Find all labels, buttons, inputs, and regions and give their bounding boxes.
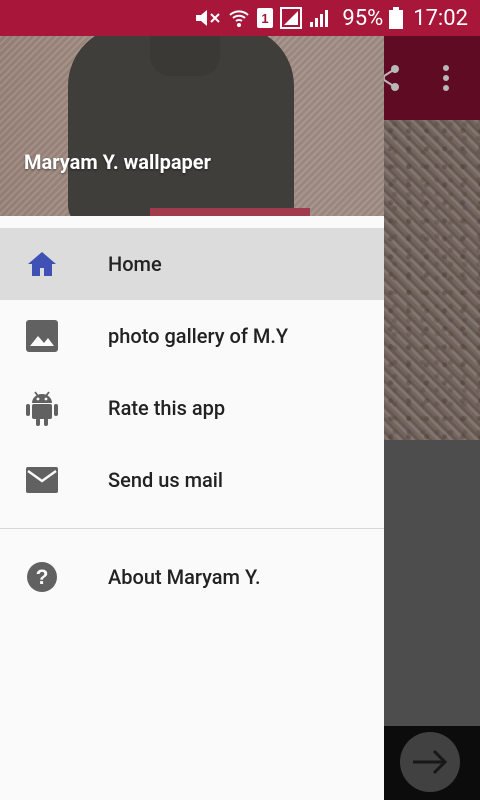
signal-icon (308, 7, 332, 29)
wifi-icon (228, 7, 250, 29)
menu-item-label: About Maryam Y. (108, 565, 261, 589)
battery-percent: 95% (342, 5, 384, 31)
clock: 17:02 (413, 5, 468, 31)
mail-icon (24, 462, 60, 498)
image-icon (24, 318, 60, 354)
sim-icon: 1 (256, 7, 274, 29)
menu-item-label: Home (108, 252, 162, 276)
signal-box-icon (280, 7, 303, 29)
sim-badge-text: 1 (262, 11, 269, 26)
status-bar: 1 95% 17:02 (0, 0, 480, 36)
drawer-header: Maryam Y. wallpaper (0, 36, 384, 216)
menu-item-about[interactable]: ? About Maryam Y. (0, 541, 384, 613)
header-photo-neck (150, 36, 220, 76)
help-icon: ? (24, 559, 60, 595)
drawer-title: Maryam Y. wallpaper (24, 150, 211, 174)
android-icon (24, 390, 60, 426)
mute-icon (194, 7, 222, 29)
menu-item-rate-app[interactable]: Rate this app (0, 372, 384, 444)
drawer-menu: Home photo gallery of M.Y Rate this app … (0, 228, 384, 613)
menu-item-label: Send us mail (108, 468, 223, 492)
menu-divider (0, 528, 384, 529)
menu-item-label: Rate this app (108, 396, 226, 420)
svg-text:?: ? (36, 566, 49, 589)
battery-icon (389, 7, 404, 29)
menu-item-send-mail[interactable]: Send us mail (0, 444, 384, 516)
header-photo-skirt (150, 208, 310, 216)
navigation-drawer: Maryam Y. wallpaper Home photo gallery o… (0, 36, 384, 800)
menu-item-home[interactable]: Home (0, 228, 384, 300)
home-icon (24, 246, 60, 282)
menu-item-label: photo gallery of M.Y (108, 324, 289, 348)
menu-item-photo-gallery[interactable]: photo gallery of M.Y (0, 300, 384, 372)
